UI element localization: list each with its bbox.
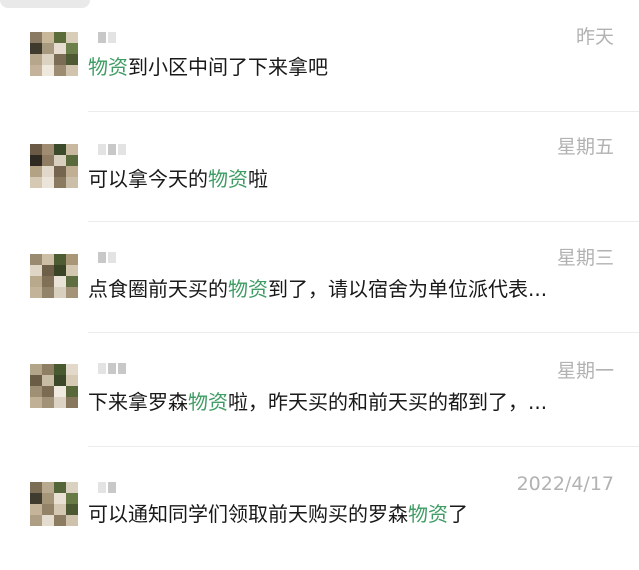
preview-text: 啦，昨天买的和前天买的都到了，... xyxy=(228,390,548,414)
preview-text: 了 xyxy=(448,502,468,526)
avatar xyxy=(30,482,78,526)
chat-list-item[interactable]: 昨天 物资到小区中间了下来拿吧 xyxy=(0,14,639,126)
sender-name-blurred xyxy=(98,252,116,263)
chat-search-results: 昨天 物资到小区中间了下来拿吧 星期五 可以拿今天的物资啦 星期三 点食圈前天买… xyxy=(0,0,639,555)
message-preview: 可以通知同学们领取前天购买的罗森物资了 xyxy=(88,501,618,527)
search-keyword-highlight: 物资 xyxy=(88,55,128,79)
search-keyword-highlight: 物资 xyxy=(188,390,228,414)
search-keyword-highlight: 物资 xyxy=(408,502,448,526)
message-time: 2022/4/17 xyxy=(516,473,614,495)
message-time: 星期五 xyxy=(556,136,614,158)
preview-text: 下来拿罗森 xyxy=(88,390,188,414)
divider xyxy=(88,111,639,112)
divider xyxy=(88,221,639,222)
message-time: 星期三 xyxy=(556,247,614,269)
divider xyxy=(88,446,639,447)
message-preview: 物资到小区中间了下来拿吧 xyxy=(88,54,618,80)
sender-name-blurred xyxy=(98,32,116,43)
preview-text: 啦 xyxy=(248,167,268,191)
top-partial-item xyxy=(0,0,90,8)
divider xyxy=(88,332,639,333)
preview-text: 点食圈前天买的 xyxy=(88,277,228,301)
message-preview: 点食圈前天买的物资到了，请以宿舍为单位派代表... xyxy=(88,276,618,302)
message-preview: 可以拿今天的物资啦 xyxy=(88,166,618,192)
avatar xyxy=(30,254,78,298)
preview-text: 可以通知同学们领取前天购买的罗森 xyxy=(88,502,408,526)
preview-text: 到了，请以宿舍为单位派代表... xyxy=(268,277,548,301)
message-time: 昨天 xyxy=(575,26,614,48)
message-time: 星期一 xyxy=(556,360,614,382)
avatar xyxy=(30,364,78,408)
preview-text: 可以拿今天的 xyxy=(88,167,208,191)
avatar xyxy=(30,144,78,188)
sender-name-blurred xyxy=(98,144,126,155)
preview-text: 到小区中间了下来拿吧 xyxy=(128,55,328,79)
sender-name-blurred xyxy=(98,482,116,493)
sender-name-blurred xyxy=(98,363,126,374)
search-keyword-highlight: 物资 xyxy=(228,277,268,301)
message-preview: 下来拿罗森物资啦，昨天买的和前天买的都到了，... xyxy=(88,389,618,415)
chat-list-item[interactable]: 2022/4/17 可以通知同学们领取前天购买的罗森物资了 xyxy=(0,458,639,570)
chat-list-item[interactable]: 星期三 点食圈前天买的物资到了，请以宿舍为单位派代表... xyxy=(0,236,639,348)
chat-list-item[interactable]: 星期五 可以拿今天的物资啦 xyxy=(0,126,639,238)
avatar xyxy=(30,32,78,76)
chat-list-item[interactable]: 星期一 下来拿罗森物资啦，昨天买的和前天买的都到了，... xyxy=(0,346,639,458)
search-keyword-highlight: 物资 xyxy=(208,167,248,191)
